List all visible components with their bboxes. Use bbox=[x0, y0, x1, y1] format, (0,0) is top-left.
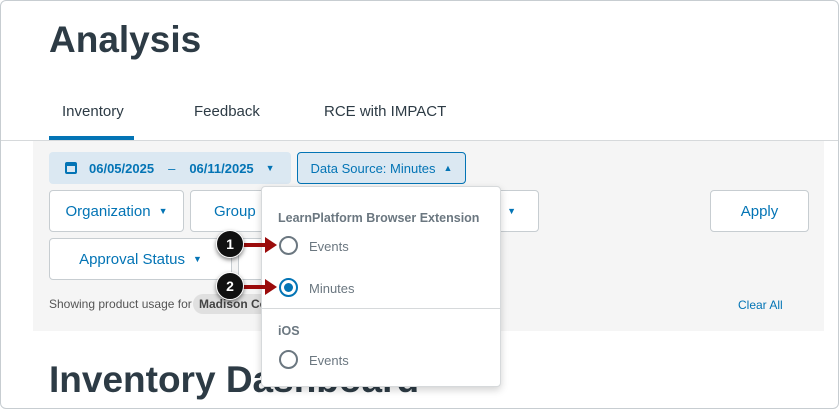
showing-text: Showing product usage for bbox=[49, 297, 192, 311]
organization-label: Organization bbox=[65, 202, 151, 220]
chevron-down-icon: ▼ bbox=[158, 206, 168, 216]
approval-status-label: Approval Status bbox=[79, 250, 185, 268]
callout-arrow bbox=[241, 237, 277, 253]
option-label[interactable]: Events bbox=[309, 239, 349, 254]
chevron-up-icon: ▲ bbox=[443, 163, 453, 173]
radio-events[interactable] bbox=[279, 236, 298, 255]
approval-status-filter[interactable]: Approval Status ▼ bbox=[49, 238, 232, 280]
data-source-label: Data Source: Minutes bbox=[310, 160, 436, 176]
callout-badge: 2 bbox=[216, 272, 244, 300]
apply-label: Apply bbox=[740, 202, 779, 220]
organization-filter[interactable]: Organization ▼ bbox=[49, 190, 184, 232]
group-label: Group bbox=[214, 202, 256, 220]
radio-minutes[interactable] bbox=[279, 278, 298, 297]
chevron-down-icon: ▼ bbox=[507, 206, 516, 216]
page-title: Analysis bbox=[49, 19, 202, 60]
data-source-menu: LearnPlatform Browser Extension Events M… bbox=[261, 186, 501, 387]
data-source-button[interactable]: Data Source: Minutes ▲ bbox=[297, 152, 466, 184]
callout-badge: 1 bbox=[216, 230, 244, 258]
date-end: 06/11/2025 bbox=[189, 160, 254, 176]
menu-divider bbox=[262, 308, 500, 309]
calendar-icon bbox=[65, 162, 77, 174]
chevron-down-icon: ▼ bbox=[265, 163, 275, 173]
tab-feedback[interactable]: Feedback bbox=[194, 103, 260, 120]
chevron-down-icon: ▼ bbox=[192, 254, 202, 264]
option-label[interactable]: Events bbox=[309, 353, 349, 368]
apply-button[interactable]: Apply bbox=[710, 190, 809, 232]
callout-arrow bbox=[241, 279, 277, 295]
tab-inventory[interactable]: Inventory bbox=[62, 103, 124, 120]
menu-group-label: LearnPlatform Browser Extension bbox=[278, 211, 480, 225]
date-range-button[interactable]: 06/05/2025 – 06/11/2025 ▼ bbox=[49, 152, 291, 184]
menu-group-label: iOS bbox=[278, 324, 300, 338]
tab-rce-with-impact[interactable]: RCE with IMPACT bbox=[324, 103, 446, 120]
date-start: 06/05/2025 bbox=[89, 160, 155, 176]
clear-all-link[interactable]: Clear All bbox=[738, 298, 783, 312]
date-separator: – bbox=[168, 160, 176, 176]
radio-ios-events[interactable] bbox=[279, 350, 298, 369]
option-label[interactable]: Minutes bbox=[309, 281, 355, 296]
screenshot-frame: Analysis Inventory Feedback RCE with IMP… bbox=[0, 0, 839, 409]
